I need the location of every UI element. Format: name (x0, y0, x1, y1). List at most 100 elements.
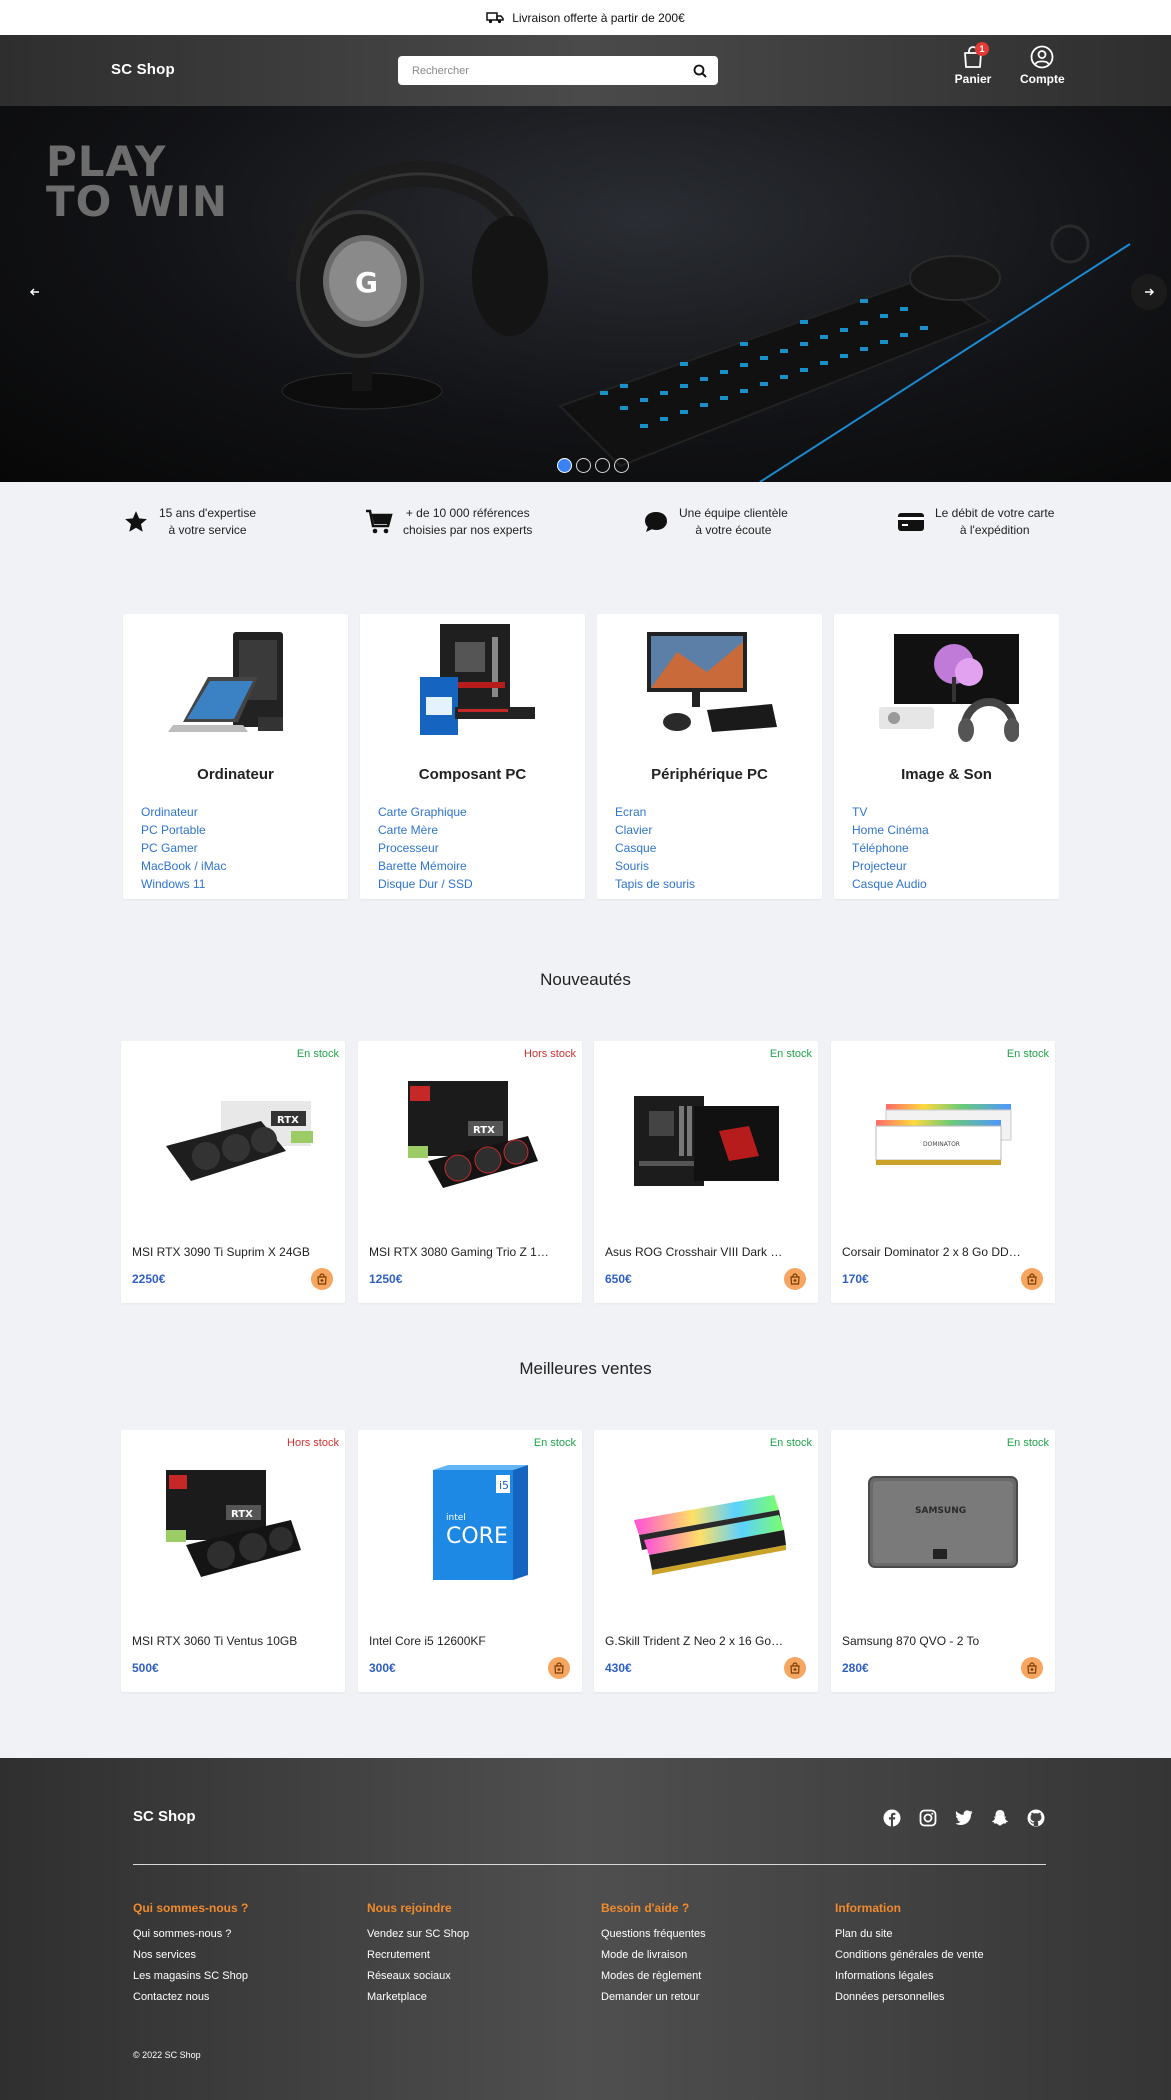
add-to-cart-button[interactable] (548, 1657, 570, 1679)
category-link[interactable]: Carte Mère (378, 821, 473, 839)
category-link[interactable]: Casque (615, 839, 695, 857)
footer-link[interactable]: Nos services (133, 1945, 248, 1966)
user-icon (1030, 45, 1054, 69)
product-price: 170€ (842, 1272, 869, 1286)
svg-text:G: G (355, 266, 378, 299)
product-price: 300€ (369, 1661, 396, 1675)
footer-link[interactable]: Données personnelles (835, 1987, 984, 2008)
feature-line2: choisies par nos experts (403, 523, 533, 537)
product-card[interactable]: Hors stock RTX MSI RTX 3060 Ti Ventus 10… (121, 1430, 345, 1692)
footer-link[interactable]: Mode de livraison (601, 1945, 706, 1966)
carousel-next-button[interactable] (1131, 274, 1167, 310)
category-link[interactable]: TV (852, 803, 929, 821)
category-link[interactable]: Projecteur (852, 857, 929, 875)
snapchat-icon[interactable] (990, 1808, 1009, 1827)
carousel-dot-3[interactable] (595, 458, 610, 473)
category-link[interactable]: Ecran (615, 803, 695, 821)
category-link[interactable]: Windows 11 (141, 875, 226, 893)
hero-carousel: PLAY TO WIN G (0, 106, 1171, 482)
footer-brand[interactable]: SC Shop (133, 1808, 196, 1825)
add-to-cart-button[interactable] (1021, 1268, 1043, 1290)
footer-column-title: Information (835, 1901, 901, 1915)
product-name[interactable]: Intel Core i5 12600KF (369, 1634, 549, 1648)
footer-link[interactable]: Demander un retour (601, 1987, 706, 2008)
product-name[interactable]: MSI RTX 3090 Ti Suprim X 24GB (132, 1245, 312, 1259)
product-card[interactable]: En stock Asus ROG Crosshair VIII Dark He… (594, 1041, 818, 1303)
twitter-icon[interactable] (954, 1808, 973, 1827)
instagram-icon[interactable] (918, 1808, 937, 1827)
add-to-cart-button[interactable] (1021, 1657, 1043, 1679)
category-link[interactable]: Home Cinéma (852, 821, 929, 839)
carousel-dot-4[interactable] (614, 458, 629, 473)
product-name[interactable]: G.Skill Trident Z Neo 2 x 16 Go DDR... (605, 1634, 785, 1648)
new-products-heading: Nouveautés (540, 970, 631, 989)
product-card[interactable]: En stock RTX MSI RTX 3090 Ti Suprim X 24… (121, 1041, 345, 1303)
brand-logo[interactable]: SC Shop (111, 61, 175, 78)
image-sound-image (879, 634, 1019, 742)
footer-link[interactable]: Vendez sur SC Shop (367, 1924, 469, 1945)
search-input[interactable] (398, 56, 682, 85)
category-link[interactable]: PC Gamer (141, 839, 226, 857)
product-card[interactable]: En stock i5 intel CORE Intel Core i5 126… (358, 1430, 582, 1692)
category-link[interactable]: Casque Audio (852, 875, 929, 893)
facebook-icon[interactable] (882, 1808, 901, 1827)
category-link[interactable]: Carte Graphique (378, 803, 473, 821)
feature-line1: Une équipe clientèle (679, 506, 788, 520)
add-to-cart-button[interactable] (311, 1268, 333, 1290)
footer-link[interactable]: Réseaux sociaux (367, 1966, 469, 1987)
category-link[interactable]: Ordinateur (141, 803, 226, 821)
category-link[interactable]: Téléphone (852, 839, 929, 857)
category-link[interactable]: Disque Dur / SSD (378, 875, 473, 893)
announcement-text: Livraison offerte à partir de 200€ (512, 10, 685, 25)
site-header: SC Shop 1 Panier Compte (0, 35, 1171, 106)
category-title: Image & Son (901, 766, 992, 783)
product-name[interactable]: MSI RTX 3060 Ti Ventus 10GB (132, 1634, 312, 1648)
footer-link[interactable]: Plan du site (835, 1924, 984, 1945)
feature-expertise: 15 ans d'expertise à votre service (123, 505, 256, 539)
category-link[interactable]: Clavier (615, 821, 695, 839)
features-strip: 15 ans d'expertise à votre service + de 1… (0, 505, 1171, 545)
carousel-dot-1[interactable] (557, 458, 572, 473)
feature-line2: à votre écoute (695, 523, 772, 537)
stock-status: En stock (769, 1437, 812, 1449)
footer-link[interactable]: Qui sommes-nous ? (133, 1924, 248, 1945)
add-to-cart-button[interactable] (784, 1268, 806, 1290)
footer-link[interactable]: Conditions générales de vente (835, 1945, 984, 1966)
carousel-dot-2[interactable] (576, 458, 591, 473)
product-name[interactable]: Samsung 870 QVO - 2 To (842, 1634, 1022, 1648)
cart-button[interactable]: 1 Panier (953, 42, 993, 86)
product-price: 500€ (132, 1661, 159, 1675)
product-name[interactable]: MSI RTX 3080 Gaming Trio Z 12GB (369, 1245, 549, 1259)
footer-link[interactable]: Contactez nous (133, 1987, 248, 2008)
footer-link[interactable]: Questions fréquentes (601, 1924, 706, 1945)
category-link[interactable]: Souris (615, 857, 695, 875)
product-name[interactable]: Asus ROG Crosshair VIII Dark Hero (605, 1245, 785, 1259)
account-button[interactable]: Compte (1020, 45, 1065, 86)
category-links: Ecran Clavier Casque Souris Tapis de sou… (615, 803, 695, 893)
category-card-composant-pc: Composant PC Carte Graphique Carte Mère … (360, 614, 585, 899)
category-link[interactable]: Tapis de souris (615, 875, 695, 893)
carousel-prev-button[interactable] (17, 274, 53, 310)
category-links: Carte Graphique Carte Mère Processeur Ba… (378, 803, 473, 893)
category-link[interactable]: Processeur (378, 839, 473, 857)
footer-link[interactable]: Marketplace (367, 1987, 469, 2008)
cart-count-badge: 1 (975, 42, 989, 56)
product-card[interactable]: En stock G.Skill Trident Z Neo 2 x 16 Go… (594, 1430, 818, 1692)
ram-image (634, 1495, 786, 1575)
category-link[interactable]: Barette Mémoire (378, 857, 473, 875)
footer-link[interactable]: Informations légales (835, 1966, 984, 1987)
category-card-ordinateur: Ordinateur Ordinateur PC Portable PC Gam… (123, 614, 348, 899)
footer-link[interactable]: Les magasins SC Shop (133, 1966, 248, 1987)
peripherals-image (647, 632, 777, 732)
search-icon[interactable] (682, 64, 718, 78)
footer-link[interactable]: Modes de règlement (601, 1966, 706, 1987)
product-card[interactable]: Hors stock RTX MSI RTX 3080 Gaming Trio … (358, 1041, 582, 1303)
product-card[interactable]: En stock DOMINATOR Corsair Dominator 2 x… (831, 1041, 1055, 1303)
add-to-cart-button[interactable] (784, 1657, 806, 1679)
category-link[interactable]: MacBook / iMac (141, 857, 226, 875)
product-card[interactable]: En stock SAMSUNG Samsung 870 QVO - 2 To … (831, 1430, 1055, 1692)
product-name[interactable]: Corsair Dominator 2 x 8 Go DDR4 3... (842, 1245, 1022, 1259)
category-link[interactable]: PC Portable (141, 821, 226, 839)
github-icon[interactable] (1026, 1808, 1045, 1827)
footer-link[interactable]: Recrutement (367, 1945, 469, 1966)
